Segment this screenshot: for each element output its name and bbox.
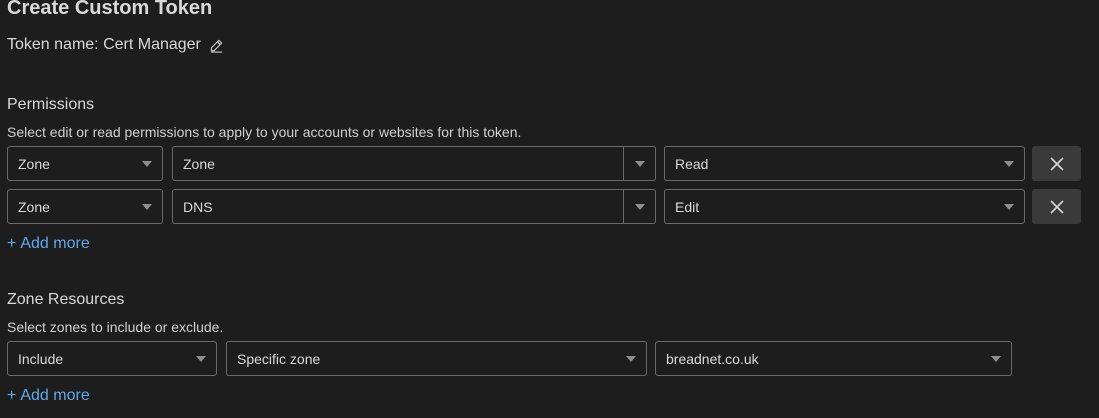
zone-value: breadnet.co.uk [666,350,759,367]
add-more-zone-resources-link[interactable]: + Add more [7,387,90,405]
permission-scope-select[interactable]: Zone [7,146,163,181]
add-more-label: Add more [20,387,90,404]
permission-resource-select[interactable]: Zone [172,146,656,181]
permission-access-value: Edit [675,198,700,215]
zone-target-value: Specific zone [237,350,321,367]
create-token-page: Create Custom Token Token name: Cert Man… [0,0,1099,418]
permission-scope-value: Zone [18,198,50,215]
permission-scope-value: Zone [18,155,50,172]
permission-access-select[interactable]: Read [664,146,1025,181]
close-icon [1049,156,1064,171]
dropdown-toggle[interactable] [623,190,655,223]
zone-target-select[interactable]: Specific zone [226,341,647,376]
chevron-down-icon [142,203,152,210]
permission-access-select[interactable]: Edit [664,189,1025,224]
zone-mode-select[interactable]: Include [7,341,217,376]
page-title: Create Custom Token [7,0,213,19]
zone-resources-description: Select zones to include or exclude. [7,319,224,335]
remove-permission-button[interactable] [1032,189,1081,224]
chevron-down-icon [626,355,636,362]
add-more-permissions-link[interactable]: + Add more [7,235,90,253]
chevron-down-icon [196,355,206,362]
permission-resource-value: Zone [183,155,215,172]
permission-resource-select[interactable]: DNS [172,189,656,224]
pencil-icon[interactable] [209,38,224,53]
permissions-description: Select edit or read permissions to apply… [7,124,522,140]
permission-resource-value: DNS [183,198,213,215]
chevron-down-icon [991,355,1001,362]
chevron-down-icon [1004,160,1014,167]
token-name-label: Token name: [7,36,99,53]
permission-access-value: Read [675,155,709,172]
chevron-down-icon [142,160,152,167]
plus-icon: + [7,387,17,404]
zone-mode-value: Include [18,350,64,367]
add-more-label: Add more [20,235,90,252]
zone-select[interactable]: breadnet.co.uk [655,341,1012,376]
permission-scope-select[interactable]: Zone [7,189,163,224]
chevron-down-icon [634,203,645,210]
chevron-down-icon [1004,203,1014,210]
close-icon [1049,199,1064,214]
zone-resources-heading: Zone Resources [7,291,125,308]
token-name: Token name: Cert Manager [7,36,224,54]
remove-permission-button[interactable] [1032,146,1081,181]
chevron-down-icon [634,160,645,167]
token-name-value: Cert Manager [103,36,201,53]
plus-icon: + [7,235,17,252]
permissions-heading: Permissions [7,96,95,113]
dropdown-toggle[interactable] [623,147,655,180]
